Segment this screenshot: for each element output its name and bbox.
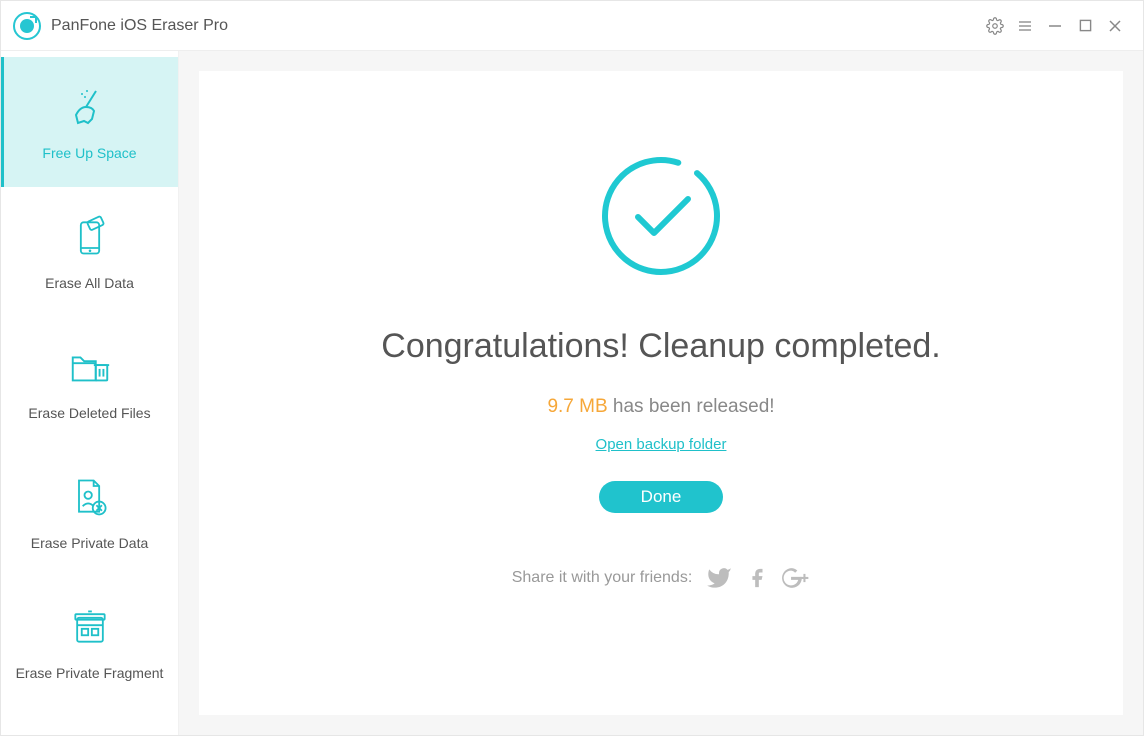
sidebar-item-erase-private-fragment[interactable]: Erase Private Fragment [1,577,178,707]
done-button[interactable]: Done [599,481,724,513]
released-text: 9.7 MB has been released! [547,396,774,418]
open-backup-folder-link[interactable]: Open backup folder [596,436,727,453]
menu-icon[interactable] [1011,12,1039,40]
settings-gear-icon[interactable] [981,12,1009,40]
main-area: Congratulations! Cleanup completed. 9.7 … [179,51,1143,735]
facebook-icon[interactable] [746,567,768,589]
sidebar-item-label: Erase All Data [45,275,134,291]
file-person-x-icon [66,473,114,521]
sidebar-item-erase-all-data[interactable]: Erase All Data [1,187,178,317]
app-logo-icon [13,12,41,40]
minimize-button[interactable] [1041,12,1069,40]
sidebar-item-free-up-space[interactable]: Free Up Space [1,57,178,187]
sidebar: Free Up Space Erase All Data [1,51,179,735]
close-button[interactable] [1101,12,1129,40]
twitter-icon[interactable] [706,565,732,591]
sidebar-item-label: Free Up Space [42,145,136,161]
folder-trash-icon [66,343,114,391]
share-row: Share it with your friends: [512,565,811,591]
released-suffix: has been released! [608,396,775,417]
sidebar-item-label: Erase Deleted Files [28,405,150,421]
google-plus-icon[interactable] [782,567,810,589]
app-title: PanFone iOS Eraser Pro [51,17,228,35]
maximize-button[interactable] [1071,12,1099,40]
sidebar-item-label: Erase Private Data [31,535,149,551]
result-card: Congratulations! Cleanup completed. 9.7 … [199,71,1123,715]
titlebar: PanFone iOS Eraser Pro [1,1,1143,51]
released-size: 9.7 MB [547,396,607,417]
phone-eraser-icon [66,213,114,261]
sidebar-item-label: Erase Private Fragment [16,665,164,681]
body: Free Up Space Erase All Data [1,51,1143,735]
app-window: PanFone iOS Eraser Pro [0,0,1144,736]
share-label: Share it with your friends: [512,569,693,587]
sidebar-item-erase-deleted-files[interactable]: Erase Deleted Files [1,317,178,447]
sidebar-item-erase-private-data[interactable]: Erase Private Data [1,447,178,577]
fragment-box-icon [66,603,114,651]
success-check-icon [596,151,726,281]
result-heading: Congratulations! Cleanup completed. [381,327,940,366]
broom-icon [66,83,114,131]
